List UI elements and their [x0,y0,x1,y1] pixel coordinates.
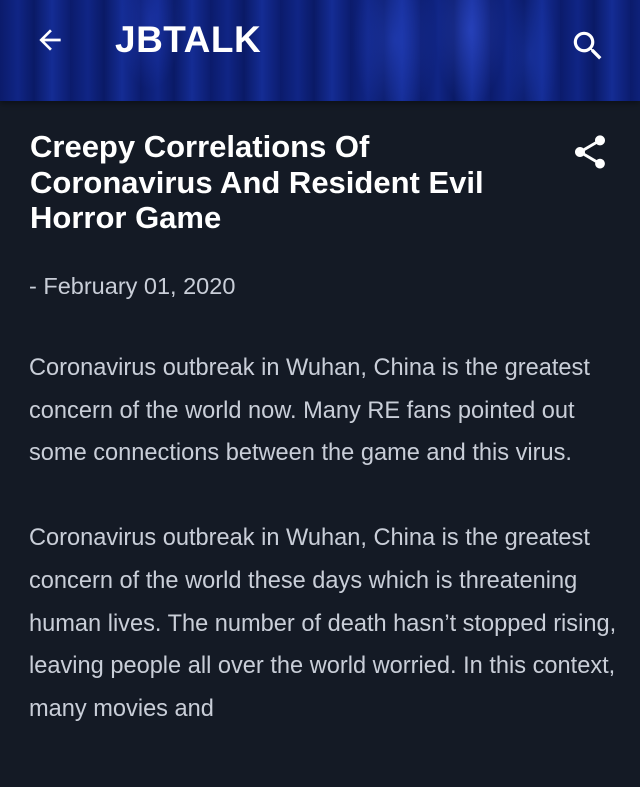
post-paragraph: Coronavirus outbreak in Wuhan, China is … [29,525,617,722]
post-title: Creepy Correlations Of Coronavirus And R… [30,129,484,235]
share-icon [575,135,605,169]
search-button[interactable] [562,22,614,70]
arrow-left-icon [39,29,61,51]
post-date-link[interactable]: - February 01, 2020 [29,270,235,302]
back-button[interactable] [22,18,78,62]
post-body: Coronavirus outbreak in Wuhan, China is … [29,347,619,773]
search-icon [573,31,602,60]
app-header: JBTALK [0,0,640,101]
blog-title[interactable]: JBTALK [115,18,261,62]
share-button[interactable] [566,128,614,176]
post-paragraph: Coronavirus outbreak in Wuhan, China is … [29,355,590,467]
